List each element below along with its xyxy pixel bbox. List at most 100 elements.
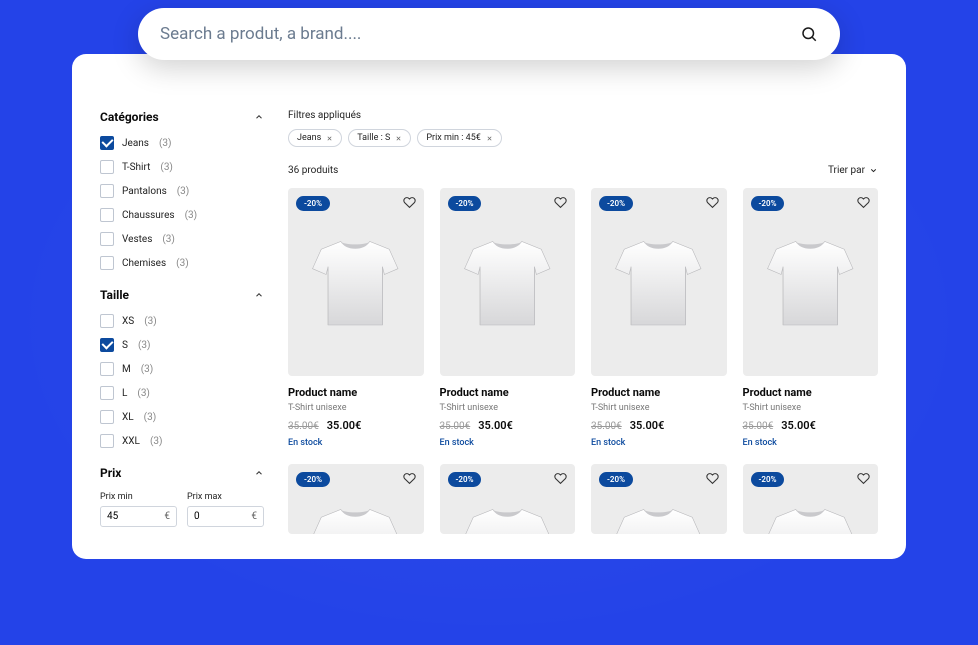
filter-header-prix[interactable]: Prix	[100, 466, 264, 480]
filter-item-taille-3[interactable]: L(3)	[100, 386, 264, 400]
price-new: 35.00€	[327, 419, 362, 432]
checkbox[interactable]	[100, 184, 114, 198]
filter-item-taille-2[interactable]: M(3)	[100, 362, 264, 376]
tshirt-image	[600, 492, 717, 534]
product-image[interactable]: -20%	[743, 188, 879, 376]
filter-label: M	[122, 364, 131, 375]
price-row: 35.00€35.00€	[743, 419, 879, 432]
discount-badge: -20%	[751, 196, 785, 211]
heart-icon[interactable]	[554, 196, 567, 209]
chevron-down-icon	[869, 166, 878, 175]
close-icon[interactable]	[326, 135, 333, 142]
stock-status: En stock	[440, 438, 576, 448]
product-subtitle: T-Shirt unisexe	[288, 403, 424, 413]
filter-chip-1[interactable]: Taille : S	[348, 129, 411, 147]
tshirt-image	[600, 224, 717, 341]
product-image[interactable]: -20%	[440, 188, 576, 376]
prix-min-label: Prix min	[100, 492, 177, 502]
filter-header-categories[interactable]: Catégories	[100, 110, 264, 124]
prix-min-input[interactable]	[107, 511, 164, 522]
filter-chip-0[interactable]: Jeans	[288, 129, 342, 147]
discount-badge: -20%	[599, 196, 633, 211]
price-old: 35.00€	[591, 421, 622, 432]
currency-symbol: €	[251, 511, 257, 522]
sort-dropdown[interactable]: Trier par	[828, 165, 878, 176]
checkbox[interactable]	[100, 256, 114, 270]
filter-count: (3)	[160, 162, 173, 173]
checkbox[interactable]	[100, 232, 114, 246]
heart-icon[interactable]	[706, 196, 719, 209]
filter-item-taille-5[interactable]: XXL(3)	[100, 434, 264, 448]
checkbox[interactable]	[100, 136, 114, 150]
search-input[interactable]	[160, 24, 800, 44]
heart-icon[interactable]	[857, 472, 870, 485]
filter-item-categories-4[interactable]: Vestes(3)	[100, 232, 264, 246]
discount-badge: -20%	[448, 472, 482, 487]
price-row: 35.00€35.00€	[440, 419, 576, 432]
product-card-5[interactable]: -20%	[440, 464, 576, 534]
prix-max-input[interactable]	[194, 511, 251, 522]
stock-status: En stock	[288, 438, 424, 448]
chevron-up-icon	[254, 290, 264, 300]
product-card-0[interactable]: -20% Product name T-Shirt unisexe 35.00€ 35…	[288, 188, 424, 448]
checkbox[interactable]	[100, 338, 114, 352]
sort-label: Trier par	[828, 165, 865, 176]
product-card-2[interactable]: -20% Product nameT-Shirt unisexe35.00€35…	[591, 188, 727, 448]
chip-label: Taille : S	[357, 133, 390, 143]
filter-label: L	[122, 388, 127, 399]
filter-section-prix: Prix Prix min € Prix max	[100, 466, 264, 527]
filter-item-categories-3[interactable]: Chaussures(3)	[100, 208, 264, 222]
prix-max-input-wrapper[interactable]: €	[187, 506, 264, 527]
filter-item-categories-0[interactable]: Jeans(3)	[100, 136, 264, 150]
filter-item-categories-1[interactable]: T-Shirt(3)	[100, 160, 264, 174]
heart-icon[interactable]	[706, 472, 719, 485]
product-name: Product name	[288, 386, 424, 399]
heart-icon[interactable]	[554, 472, 567, 485]
checkbox[interactable]	[100, 314, 114, 328]
price-new: 35.00€	[781, 419, 816, 432]
filter-item-categories-5[interactable]: Chemises(3)	[100, 256, 264, 270]
price-new: 35.00€	[630, 419, 665, 432]
heart-icon[interactable]	[857, 196, 870, 209]
product-image[interactable]: -20%	[288, 188, 424, 376]
applied-chips: Jeans Taille : S Prix min : 45€	[288, 129, 878, 147]
product-image[interactable]: -20%	[591, 464, 727, 534]
checkbox[interactable]	[100, 160, 114, 174]
filter-title: Taille	[100, 288, 129, 302]
product-card-7[interactable]: -20%	[743, 464, 879, 534]
filter-label: Jeans	[122, 138, 149, 149]
discount-badge: -20%	[751, 472, 785, 487]
search-bar[interactable]	[138, 8, 840, 60]
chevron-up-icon	[254, 468, 264, 478]
close-icon[interactable]	[395, 135, 402, 142]
checkbox[interactable]	[100, 386, 114, 400]
product-image[interactable]: -20%	[440, 464, 576, 534]
checkbox[interactable]	[100, 362, 114, 376]
heart-icon[interactable]	[403, 196, 416, 209]
product-image[interactable]: -20%	[743, 464, 879, 534]
prix-min-input-wrapper[interactable]: €	[100, 506, 177, 527]
checkbox[interactable]	[100, 410, 114, 424]
product-image[interactable]: -20%	[288, 464, 424, 534]
close-icon[interactable]	[486, 135, 493, 142]
filter-item-categories-2[interactable]: Pantalons(3)	[100, 184, 264, 198]
filter-item-taille-4[interactable]: XL(3)	[100, 410, 264, 424]
filter-title: Prix	[100, 466, 121, 480]
filter-item-taille-1[interactable]: S(3)	[100, 338, 264, 352]
price-old: 35.00€	[288, 421, 319, 432]
product-card-6[interactable]: -20%	[591, 464, 727, 534]
stock-status: En stock	[591, 438, 727, 448]
filter-item-taille-0[interactable]: XS(3)	[100, 314, 264, 328]
filter-header-taille[interactable]: Taille	[100, 288, 264, 302]
product-subtitle: T-Shirt unisexe	[440, 403, 576, 413]
heart-icon[interactable]	[403, 472, 416, 485]
checkbox[interactable]	[100, 208, 114, 222]
product-card-1[interactable]: -20% Product nameT-Shirt unisexe35.00€35…	[440, 188, 576, 448]
checkbox[interactable]	[100, 434, 114, 448]
product-card-4[interactable]: -20%	[288, 464, 424, 534]
product-card-3[interactable]: -20% Product nameT-Shirt unisexe35.00€35…	[743, 188, 879, 448]
filter-chip-2[interactable]: Prix min : 45€	[417, 129, 501, 147]
filter-label: Vestes	[122, 234, 152, 245]
product-image[interactable]: -20%	[591, 188, 727, 376]
tshirt-image	[449, 492, 566, 534]
